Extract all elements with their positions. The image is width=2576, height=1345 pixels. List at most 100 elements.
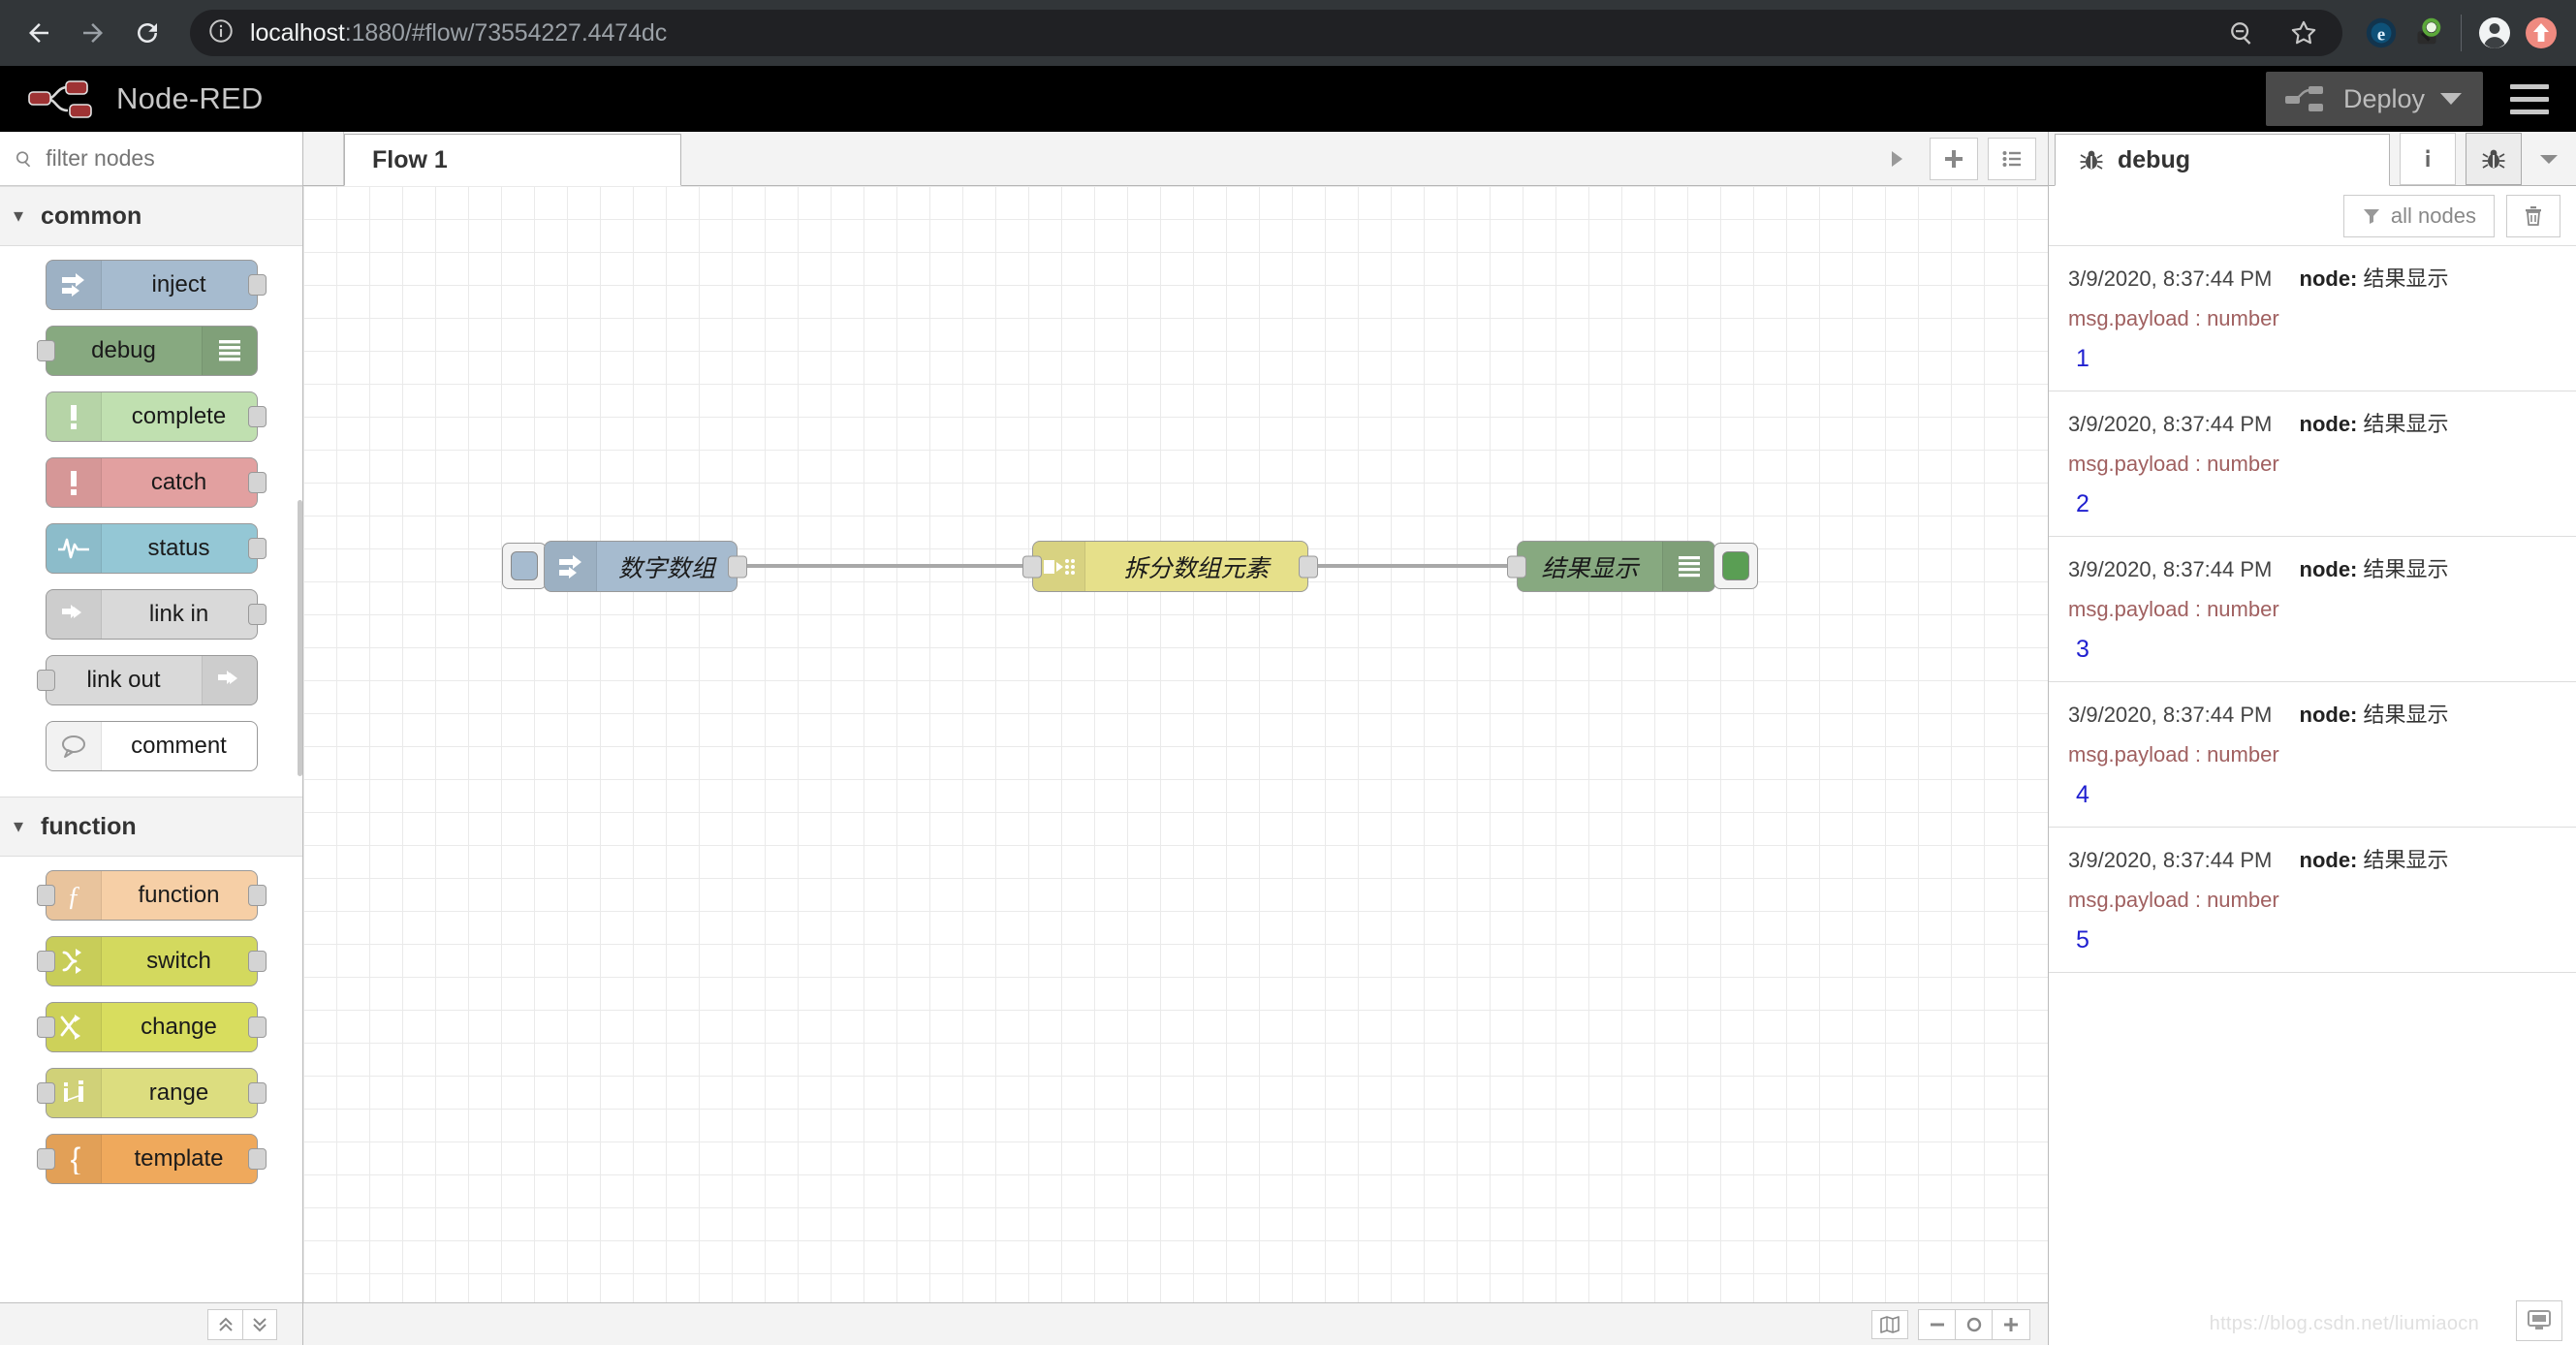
zoom-in-button[interactable] bbox=[1993, 1310, 2029, 1339]
update-arrow-icon[interactable] bbox=[2520, 12, 2562, 54]
palette-node-label: change bbox=[141, 1014, 217, 1040]
node-output-port[interactable] bbox=[1299, 555, 1318, 578]
palette-node-debug[interactable]: debug bbox=[36, 326, 258, 376]
palette-node-label: range bbox=[148, 1079, 209, 1106]
chevron-down-icon: ▾ bbox=[14, 816, 24, 837]
node-input-port[interactable] bbox=[1022, 555, 1042, 578]
debug-node-name[interactable]: 结果显示 bbox=[2364, 412, 2449, 436]
magnifier-extension-icon[interactable] bbox=[2406, 12, 2449, 54]
node-output-port[interactable] bbox=[247, 274, 267, 296]
debug-message[interactable]: 3/9/2020, 8:37:44 PM node: 结果显示 msg.payl… bbox=[2049, 537, 2576, 682]
node-input-port[interactable] bbox=[36, 951, 55, 972]
filter-nodes-button[interactable]: all nodes bbox=[2342, 194, 2495, 237]
main-menu-button[interactable] bbox=[2483, 66, 2576, 132]
flow-node-split[interactable]: 拆分数组元素 bbox=[1022, 541, 1318, 592]
debug-timestamp: 3/9/2020, 8:37:44 PM bbox=[2068, 412, 2273, 436]
tab-flow-1[interactable]: Flow 1 bbox=[344, 134, 681, 186]
sidebar-info-button[interactable] bbox=[2400, 133, 2456, 185]
plus-icon bbox=[2004, 1317, 2018, 1331]
debug-message[interactable]: 3/9/2020, 8:37:44 PM node: 结果显示 msg.payl… bbox=[2049, 682, 2576, 828]
zoom-out-icon[interactable] bbox=[2220, 12, 2263, 54]
node-output-port[interactable] bbox=[247, 538, 267, 559]
flow-node-inject[interactable]: 数字数组 bbox=[544, 541, 747, 592]
node-output-port[interactable] bbox=[247, 951, 267, 972]
debug-node-name[interactable]: 结果显示 bbox=[2364, 703, 2449, 727]
node-input-port[interactable] bbox=[1507, 555, 1526, 578]
flow-node-debug[interactable]: 结果显示 bbox=[1507, 541, 1715, 592]
palette-node-change[interactable]: change bbox=[36, 1002, 267, 1052]
main-area: ▾ common inject debug bbox=[0, 132, 2576, 1345]
comment-bubble-icon bbox=[46, 722, 102, 770]
deploy-button[interactable]: Deploy bbox=[2265, 72, 2483, 126]
node-input-port[interactable] bbox=[36, 1148, 55, 1170]
palette-scrollbar[interactable] bbox=[298, 500, 302, 776]
palette-node-inject[interactable]: inject bbox=[45, 260, 267, 310]
wire-split-to-debug[interactable] bbox=[1308, 564, 1519, 568]
sidebar-debug-button[interactable] bbox=[2466, 133, 2522, 185]
palette-node-link-in[interactable]: link in bbox=[45, 589, 267, 640]
flow-node-label: 数字数组 bbox=[618, 554, 716, 582]
extension-icon[interactable]: e bbox=[2360, 12, 2403, 54]
filter-nodes-input[interactable] bbox=[46, 145, 289, 172]
palette-node-complete[interactable]: complete bbox=[45, 391, 267, 442]
palette-node-link-out[interactable]: link out bbox=[36, 655, 258, 705]
node-output-port[interactable] bbox=[247, 1017, 267, 1038]
zoom-reset-button[interactable] bbox=[1956, 1309, 1993, 1339]
debug-message[interactable]: 3/9/2020, 8:37:44 PM node: 结果显示 msg.payl… bbox=[2049, 246, 2576, 391]
deploy-caret-icon[interactable] bbox=[2440, 93, 2462, 105]
sidebar-more-button[interactable] bbox=[2522, 133, 2576, 185]
flow-canvas[interactable]: 数字数组 拆分数组元素 结果显示 bbox=[303, 186, 2048, 1345]
profile-avatar-icon[interactable] bbox=[2473, 12, 2516, 54]
tab-debug[interactable]: debug bbox=[2055, 134, 2390, 186]
palette-node-template[interactable]: { template bbox=[36, 1134, 267, 1184]
flow-list-button[interactable] bbox=[1988, 137, 2036, 180]
debug-enable-button[interactable] bbox=[1713, 543, 1758, 589]
clear-messages-button[interactable] bbox=[2506, 194, 2560, 237]
node-input-port[interactable] bbox=[36, 885, 55, 906]
palette-node-catch[interactable]: catch bbox=[45, 457, 267, 508]
inject-trigger-button[interactable] bbox=[502, 543, 547, 589]
star-icon[interactable] bbox=[2282, 12, 2325, 54]
node-output-port[interactable] bbox=[247, 604, 267, 625]
back-button[interactable] bbox=[14, 8, 64, 58]
collapse-all-button[interactable] bbox=[207, 1308, 242, 1340]
debug-node-name[interactable]: 结果显示 bbox=[2364, 557, 2449, 581]
node-output-port[interactable] bbox=[247, 472, 267, 493]
debug-node-name[interactable]: 结果显示 bbox=[2364, 848, 2449, 872]
palette-category-function[interactable]: ▾ function bbox=[0, 797, 302, 857]
zoom-controls bbox=[1918, 1308, 2030, 1340]
node-output-port[interactable] bbox=[247, 1148, 267, 1170]
debug-message-list[interactable]: 3/9/2020, 8:37:44 PM node: 结果显示 msg.payl… bbox=[2049, 246, 2576, 1345]
node-output-port[interactable] bbox=[247, 1082, 267, 1104]
node-input-port[interactable] bbox=[36, 1017, 55, 1038]
debug-message[interactable]: 3/9/2020, 8:37:44 PM node: 结果显示 msg.payl… bbox=[2049, 391, 2576, 537]
palette-node-range[interactable]: range bbox=[36, 1068, 267, 1118]
node-input-port[interactable] bbox=[36, 340, 55, 361]
node-output-port[interactable] bbox=[247, 885, 267, 906]
palette-scroll-area[interactable]: ▾ common inject debug complete catch sta… bbox=[0, 186, 302, 1302]
node-output-port[interactable] bbox=[247, 406, 267, 427]
palette-node-switch[interactable]: switch bbox=[36, 936, 267, 986]
monitor-icon[interactable] bbox=[2516, 1300, 2562, 1341]
add-flow-button[interactable] bbox=[1930, 137, 1978, 180]
address-bar[interactable]: localhost:1880/#flow/73554227.4474dc bbox=[190, 10, 2342, 56]
debug-message-header: 3/9/2020, 8:37:44 PM node: 结果显示 bbox=[2068, 843, 2557, 874]
reload-button[interactable] bbox=[122, 8, 173, 58]
palette-node-comment[interactable]: comment bbox=[45, 721, 258, 771]
palette-category-common[interactable]: ▾ common bbox=[0, 186, 302, 246]
expand-all-button[interactable] bbox=[242, 1308, 277, 1340]
debug-message[interactable]: 3/9/2020, 8:37:44 PM node: 结果显示 msg.payl… bbox=[2049, 828, 2576, 973]
node-input-port[interactable] bbox=[36, 1082, 55, 1104]
node-output-port[interactable] bbox=[728, 555, 747, 578]
wire-inject-to-split[interactable] bbox=[738, 564, 1034, 568]
app-header: Node-RED Deploy bbox=[0, 66, 2576, 132]
palette-node-function[interactable]: ƒ function bbox=[36, 870, 267, 921]
navigator-map-button[interactable] bbox=[1871, 1309, 1908, 1339]
palette-node-status[interactable]: status bbox=[45, 523, 267, 574]
info-circle-icon[interactable] bbox=[207, 17, 235, 49]
tab-scroll-right-button[interactable] bbox=[1871, 138, 1920, 180]
node-input-port[interactable] bbox=[36, 670, 55, 691]
debug-node-name[interactable]: 结果显示 bbox=[2364, 266, 2449, 291]
zoom-out-button[interactable] bbox=[1919, 1309, 1956, 1339]
forward-button[interactable] bbox=[68, 8, 118, 58]
